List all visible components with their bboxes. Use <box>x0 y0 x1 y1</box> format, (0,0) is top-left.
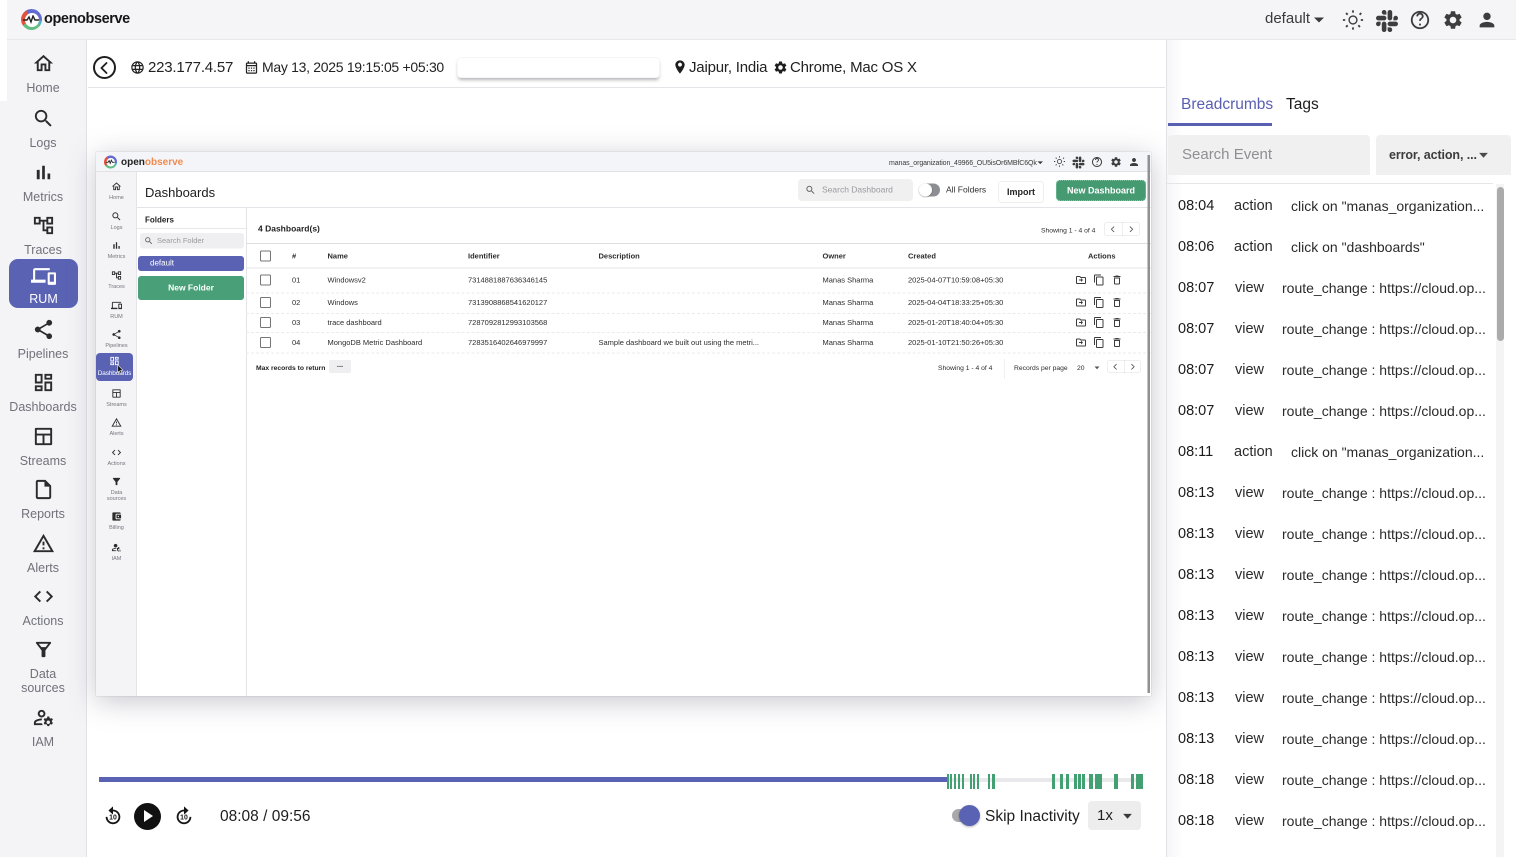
svg-text:10: 10 <box>109 815 117 822</box>
svg-text:10: 10 <box>180 815 188 822</box>
